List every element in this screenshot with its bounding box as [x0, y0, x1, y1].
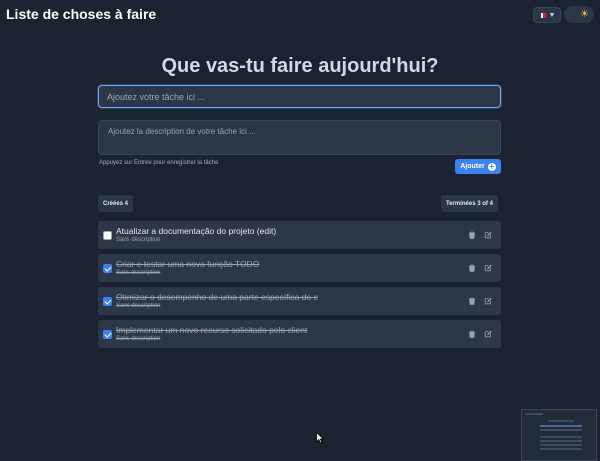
task-checkbox[interactable]: [103, 330, 112, 339]
task-item: Criar e testar uma nova função TODO Sans …: [98, 254, 501, 282]
theme-toggle[interactable]: ☀: [564, 6, 594, 23]
page-heading: Que vas-tu faire aujourd'hui?: [161, 55, 439, 77]
done-count-badge: Terminées 3 of 4: [441, 195, 498, 212]
chevron-down-icon: ▼: [548, 11, 556, 19]
task-description: Sans description: [116, 237, 161, 243]
enter-hint: Appuyez sur Entrée pour enregistrer la t…: [99, 160, 219, 166]
plus-circle-icon: +: [487, 161, 496, 171]
add-button-label: Ajouter: [460, 163, 485, 170]
task-item: Atualizar a documentação do projeto (edi…: [98, 221, 501, 249]
sun-icon: ☀: [580, 8, 589, 20]
task-description: Sans description: [116, 303, 161, 309]
trash-icon[interactable]: [467, 296, 477, 306]
trash-icon[interactable]: [467, 230, 477, 240]
edit-icon[interactable]: [483, 263, 493, 273]
app-title: Liste de choses à faire: [6, 6, 157, 22]
edit-icon[interactable]: [483, 296, 493, 306]
task-title: Implementar um novo recurso solicitado p…: [116, 325, 308, 335]
trash-icon[interactable]: [467, 329, 477, 339]
task-checkbox[interactable]: [103, 231, 112, 240]
trash-icon[interactable]: [467, 263, 477, 273]
task-title: Otimizar o desempenho de uma parte espec…: [116, 292, 318, 302]
task-checkbox[interactable]: [103, 264, 112, 273]
task-checkbox[interactable]: [103, 297, 112, 306]
task-title: Atualizar a documentação do projeto (edi…: [116, 226, 277, 236]
add-button[interactable]: Ajouter +: [455, 159, 501, 174]
created-count-badge: Créées 4: [98, 195, 134, 212]
description-input[interactable]: [98, 120, 501, 155]
flag-fr-icon: [538, 12, 546, 18]
task-description: Sans description: [116, 336, 161, 342]
task-input[interactable]: [98, 85, 501, 108]
task-description: Sans description: [116, 270, 161, 276]
mouse-cursor-icon: [316, 432, 324, 444]
task-title: Criar e testar uma nova função TODO: [116, 259, 260, 269]
edit-icon[interactable]: [483, 230, 493, 240]
task-item: Implementar um novo recurso solicitado p…: [98, 320, 501, 348]
window-preview-thumbnail[interactable]: [521, 409, 597, 461]
task-item: Otimizar o desempenho de uma parte espec…: [98, 287, 501, 315]
language-select[interactable]: ▼: [533, 7, 561, 23]
edit-icon[interactable]: [483, 329, 493, 339]
